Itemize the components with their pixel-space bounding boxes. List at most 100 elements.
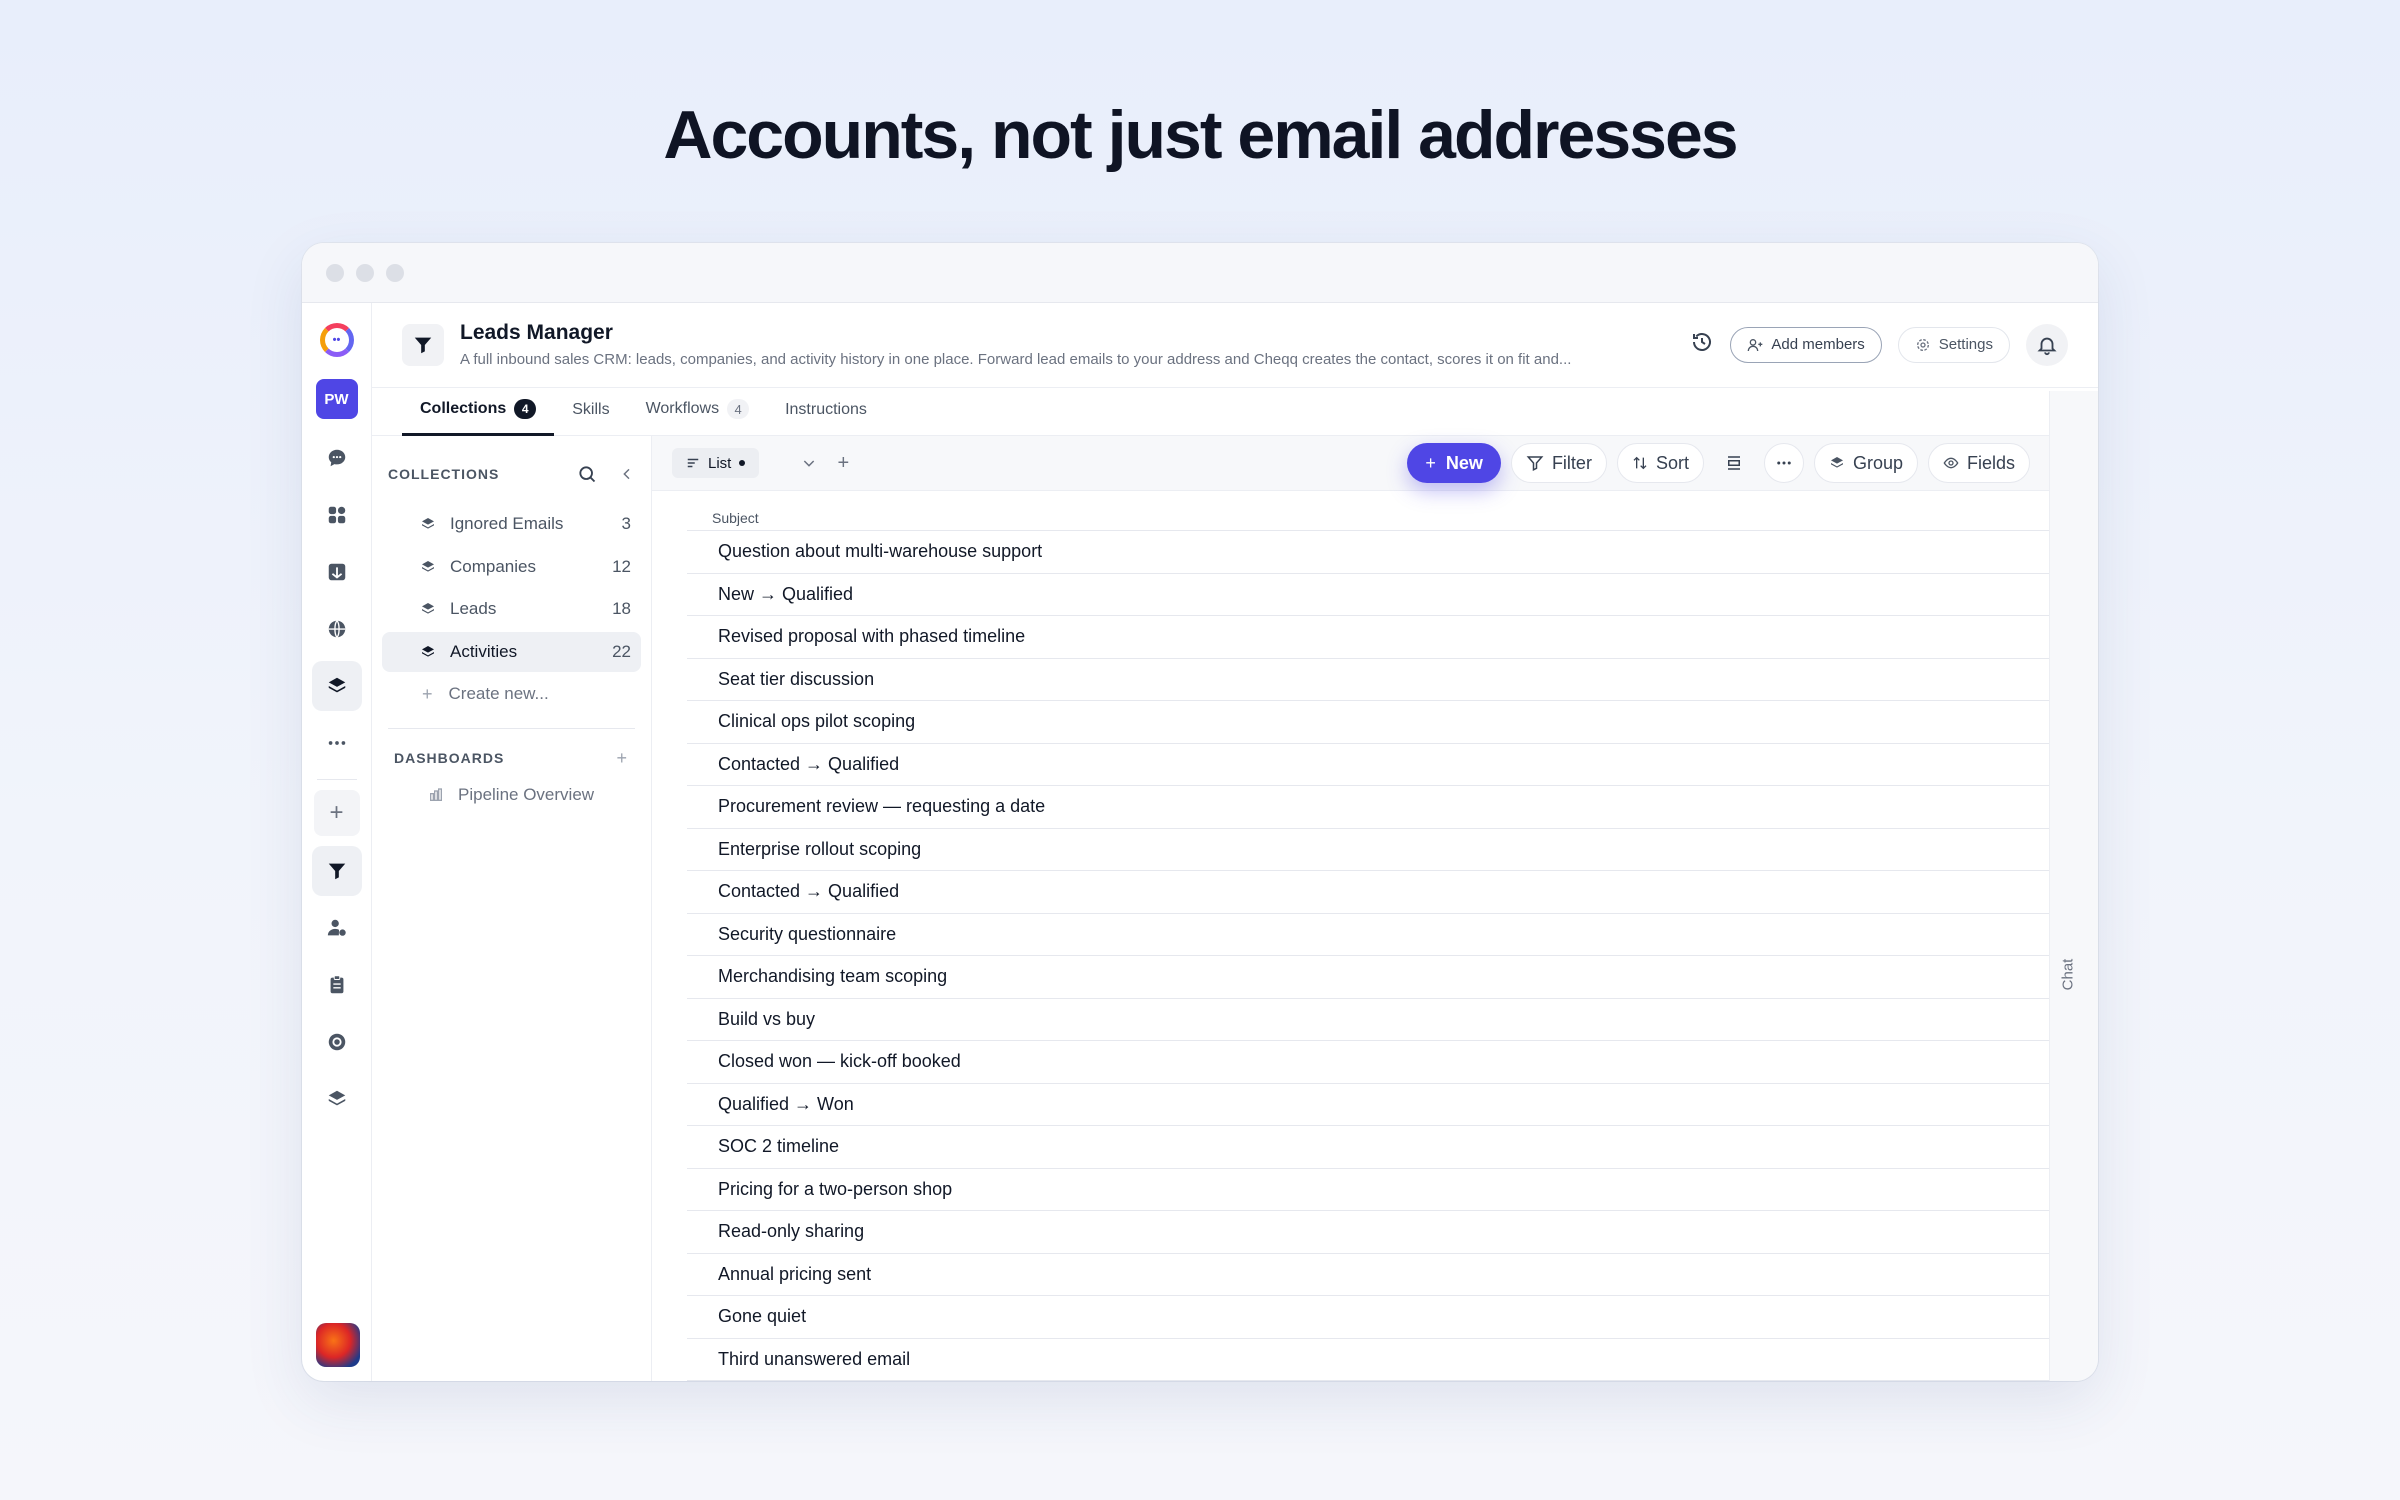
tab-label: Collections bbox=[420, 400, 507, 417]
add-view-icon[interactable]: + bbox=[829, 449, 857, 477]
settings-label: Settings bbox=[1938, 336, 1993, 354]
app-window: •• PW + Leads Manager A full inbound sal… bbox=[302, 243, 2098, 1381]
collection-item-leads[interactable]: Leads 18 bbox=[382, 589, 641, 629]
dashboard-item-pipeline-overview[interactable]: Pipeline Overview bbox=[382, 775, 641, 815]
collection-item-activities[interactable]: Activities 22 bbox=[382, 631, 641, 672]
filter-icon bbox=[1526, 456, 1544, 471]
table-row[interactable]: SOC 2 timeline bbox=[687, 1126, 2050, 1169]
chevron-left-icon[interactable] bbox=[619, 466, 635, 482]
add-members-button[interactable]: Add members bbox=[1730, 326, 1882, 363]
stack-icon bbox=[422, 560, 434, 572]
layers-icon[interactable] bbox=[311, 661, 362, 711]
collection-item-ignored-emails[interactable]: Ignored Emails 3 bbox=[382, 504, 641, 544]
column-header-subject[interactable]: Subject bbox=[687, 491, 2050, 531]
stack-icon[interactable] bbox=[312, 1074, 362, 1124]
collection-name: Ignored Emails bbox=[450, 514, 564, 533]
view-toolbar: List + + New Filter Sort Group Fields bbox=[652, 436, 2050, 491]
row-height-button[interactable] bbox=[1714, 443, 1754, 483]
sidebar-divider bbox=[388, 728, 635, 729]
unsaved-dot bbox=[739, 460, 746, 466]
group-label: Group bbox=[1852, 452, 1903, 473]
collection-name: Companies bbox=[450, 556, 536, 576]
view-selector[interactable]: List bbox=[672, 448, 760, 478]
tab-collections[interactable]: Collections 4 bbox=[402, 399, 555, 436]
row-height-icon bbox=[1727, 456, 1740, 470]
fields-button[interactable]: Fields bbox=[1927, 443, 2030, 483]
tab-label: Workflows bbox=[645, 400, 720, 417]
chevron-down-icon[interactable] bbox=[795, 449, 823, 477]
workspace-avatar[interactable]: PW bbox=[315, 379, 358, 419]
collection-item-companies[interactable]: Companies 12 bbox=[382, 547, 641, 587]
user-avatar[interactable] bbox=[316, 1323, 360, 1367]
sort-icon bbox=[1633, 456, 1647, 470]
table-row[interactable]: Enterprise rollout scoping bbox=[687, 829, 2050, 871]
funnel-icon bbox=[402, 323, 444, 366]
window-maximize-dot[interactable] bbox=[386, 263, 404, 282]
chat-panel-toggle[interactable]: Chat bbox=[2049, 391, 2098, 1381]
table-row[interactable]: New → Qualified bbox=[687, 574, 2050, 616]
new-label: New bbox=[1445, 452, 1483, 473]
settings-button[interactable]: Settings bbox=[1897, 326, 2010, 363]
users-icon bbox=[1748, 338, 1763, 351]
table-row[interactable]: Build vs buy bbox=[687, 999, 2050, 1041]
tab-skills[interactable]: Skills bbox=[554, 401, 627, 435]
page-description: A full inbound sales CRM: leads, compani… bbox=[460, 351, 1572, 369]
stack-icon bbox=[422, 645, 434, 657]
create-collection-button[interactable]: + Create new... bbox=[382, 674, 641, 714]
chat-label: Chat bbox=[2059, 958, 2077, 991]
inbox-icon[interactable] bbox=[312, 547, 362, 597]
sort-button[interactable]: Sort bbox=[1616, 443, 1704, 483]
group-button[interactable]: Group bbox=[1813, 443, 1918, 483]
plus-icon: + bbox=[1425, 452, 1436, 473]
table-row[interactable]: Pricing for a two-person shop bbox=[687, 1169, 2050, 1211]
plus-icon[interactable]: + bbox=[616, 748, 627, 769]
collection-count: 22 bbox=[612, 641, 631, 661]
new-record-button[interactable]: + New bbox=[1407, 443, 1501, 483]
tab-workflows[interactable]: Workflows 4 bbox=[628, 399, 768, 435]
table-row[interactable]: Revised proposal with phased timeline bbox=[687, 616, 2050, 659]
more-icon bbox=[1777, 461, 1791, 465]
table-row[interactable]: Gone quiet bbox=[687, 1296, 2050, 1339]
chat-icon[interactable] bbox=[312, 433, 362, 483]
stack-icon bbox=[422, 603, 434, 614]
history-icon[interactable] bbox=[1690, 330, 1714, 359]
globe-icon[interactable] bbox=[312, 604, 362, 654]
tab-count: 4 bbox=[514, 399, 537, 419]
table-row[interactable]: Closed won — kick-off booked bbox=[687, 1041, 2050, 1084]
more-options-button[interactable] bbox=[1763, 443, 1804, 483]
table-row[interactable]: Question about multi-warehouse support bbox=[687, 531, 2050, 574]
table-row[interactable]: Contacted → Qualified bbox=[687, 871, 2050, 914]
dashboards-heading: DASHBOARDS bbox=[394, 750, 505, 766]
funnel-icon[interactable] bbox=[311, 846, 362, 896]
filter-button[interactable]: Filter bbox=[1510, 443, 1607, 483]
table-row[interactable]: Clinical ops pilot scoping bbox=[687, 701, 2050, 744]
table-row[interactable]: Annual pricing sent bbox=[687, 1254, 2050, 1296]
clipboard-icon[interactable] bbox=[312, 960, 362, 1010]
window-close-dot[interactable] bbox=[326, 263, 344, 282]
eye-icon bbox=[1943, 457, 1959, 469]
window-minimize-dot[interactable] bbox=[356, 263, 374, 282]
tab-instructions[interactable]: Instructions bbox=[767, 401, 885, 435]
table-row[interactable]: Contacted → Qualified bbox=[687, 744, 2050, 786]
target-icon[interactable] bbox=[312, 1017, 362, 1067]
filter-label: Filter bbox=[1551, 452, 1592, 473]
collection-count: 18 bbox=[612, 599, 631, 618]
apps-icon[interactable] bbox=[312, 490, 362, 540]
search-icon[interactable] bbox=[577, 464, 597, 484]
table-row[interactable]: Security questionnaire bbox=[687, 914, 2050, 956]
bell-icon[interactable] bbox=[2026, 323, 2068, 366]
table-row[interactable]: Third unanswered email bbox=[687, 1339, 2050, 1381]
table-row[interactable]: Seat tier discussion bbox=[687, 659, 2050, 701]
tab-label: Instructions bbox=[785, 401, 867, 418]
tab-count: 4 bbox=[727, 399, 750, 419]
content-area: List + + New Filter Sort Group Fields Su… bbox=[652, 436, 2098, 1381]
logo-icon[interactable]: •• bbox=[319, 323, 354, 357]
table-row[interactable]: Merchandising team scoping bbox=[687, 956, 2050, 999]
person-icon[interactable] bbox=[312, 903, 362, 953]
table-row[interactable]: Procurement review — requesting a date bbox=[687, 786, 2050, 829]
more-icon[interactable] bbox=[312, 718, 362, 768]
icon-rail: •• PW + bbox=[302, 303, 372, 1381]
table-row[interactable]: Qualified → Won bbox=[687, 1084, 2050, 1126]
table-row[interactable]: Read-only sharing bbox=[687, 1211, 2050, 1254]
plus-icon[interactable]: + bbox=[313, 790, 360, 836]
